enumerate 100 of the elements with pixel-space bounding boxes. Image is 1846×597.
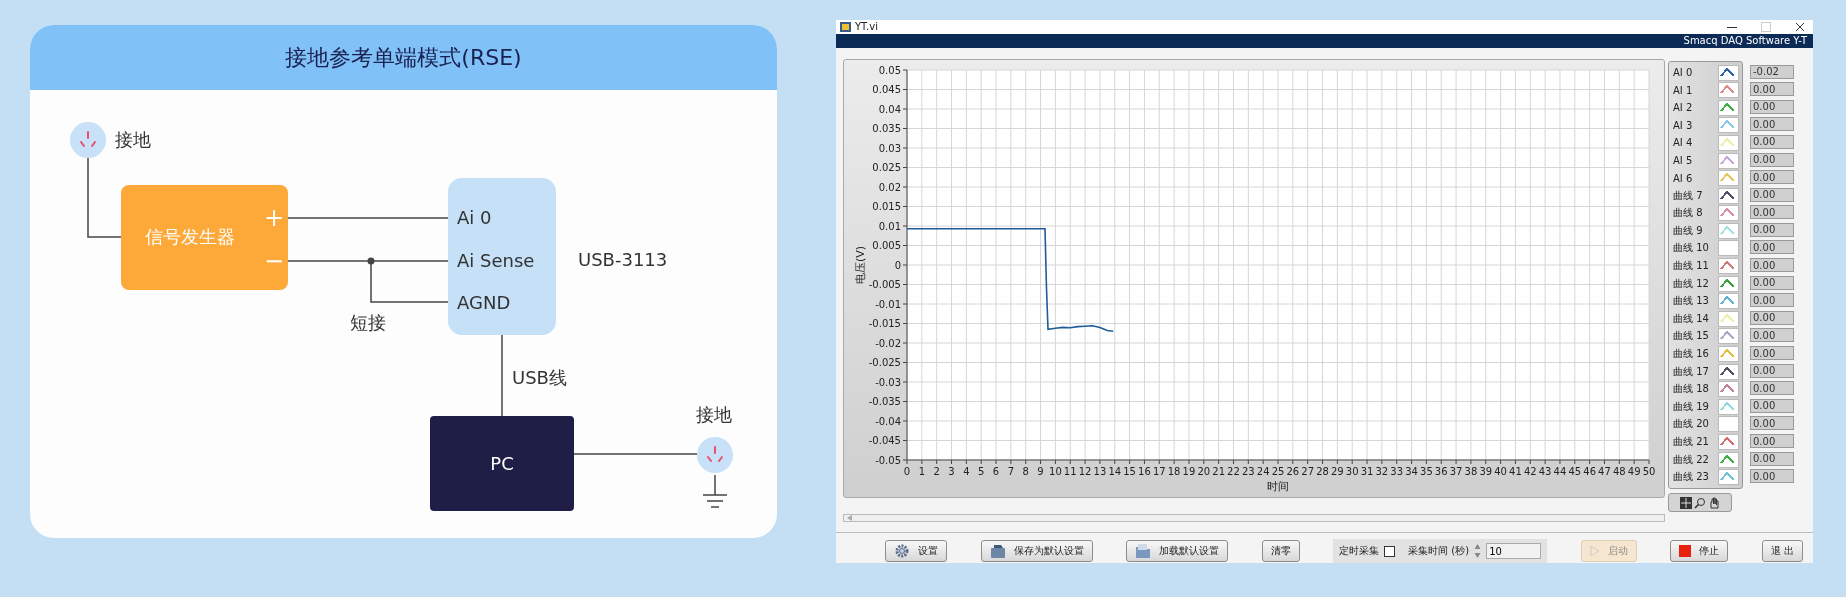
axis-tick-label: 15 <box>1123 465 1136 477</box>
legend-label: 曲线 14 <box>1673 311 1710 326</box>
legend-label: 曲线 7 <box>1673 188 1704 203</box>
legend-label: 曲线 10 <box>1673 241 1710 256</box>
hand-icon[interactable] <box>1708 496 1720 509</box>
axis-tick-label: 32 <box>1375 465 1389 477</box>
legend-swatch[interactable] <box>1718 99 1739 116</box>
text-button[interactable]: 清零 <box>1261 540 1300 562</box>
close-icon[interactable] <box>1795 21 1805 32</box>
axis-tick-label: -0.01 <box>875 298 901 310</box>
crosshair-icon[interactable] <box>1680 496 1692 509</box>
checkbox[interactable] <box>1384 545 1396 557</box>
legend-swatch[interactable] <box>1718 170 1739 187</box>
axis-tick-label: 0 <box>894 259 901 271</box>
scroll-left-icon[interactable] <box>847 515 853 521</box>
legend-swatch[interactable] <box>1718 205 1739 222</box>
ground-label: 接地 <box>115 129 151 151</box>
legend-swatch[interactable] <box>1718 451 1739 468</box>
axis-tick-label: -0.035 <box>868 395 901 407</box>
card-title: 接地参考单端模式(RSE) <box>285 43 522 72</box>
disk-icon <box>989 543 1006 559</box>
play-icon <box>1589 545 1600 557</box>
axis-tick-label: -0.02 <box>875 337 901 349</box>
value-display: 0.00 <box>1750 328 1794 343</box>
settings-button[interactable]: 设置 <box>885 540 947 562</box>
axis-tick-label: 0.01 <box>878 220 901 232</box>
axis-tick-label: 18 <box>1167 465 1181 477</box>
axis-tick-label: 45 <box>1568 465 1582 477</box>
axis-tick-label: 22 <box>1227 465 1240 477</box>
axis-tick-label: 1 <box>918 465 926 477</box>
short-label: 短接 <box>350 312 386 334</box>
legend-swatch[interactable] <box>1718 469 1739 486</box>
value-display: 0.00 <box>1750 99 1794 114</box>
legend-swatch[interactable] <box>1718 258 1739 275</box>
axis-tick-label: 30 <box>1345 465 1359 477</box>
legend-label: 曲线 8 <box>1673 206 1704 221</box>
legend-swatch[interactable] <box>1718 416 1739 433</box>
legend-label: AI 4 <box>1673 137 1694 149</box>
legend-label: AI 6 <box>1673 172 1694 184</box>
legend-label: AI 0 <box>1673 67 1694 79</box>
axis-tick-label: 0.035 <box>872 122 901 134</box>
legend-swatch[interactable] <box>1718 82 1739 99</box>
value-display: 0.00 <box>1750 82 1794 97</box>
spinner-icon[interactable] <box>1474 543 1482 559</box>
legend-label: 曲线 11 <box>1673 259 1710 274</box>
axis-tick-label: 12 <box>1078 465 1092 477</box>
load-defaults-button[interactable]: 加载默认设置 <box>1126 540 1229 562</box>
axis-tick-label: 0.045 <box>872 83 901 95</box>
axis-tick-label: 13 <box>1093 465 1107 477</box>
axis-tick-label: 0.02 <box>878 181 901 193</box>
legend-swatch[interactable] <box>1718 240 1739 257</box>
value-display: 0.00 <box>1750 170 1794 185</box>
pc-block: PC <box>430 416 574 511</box>
zoom-icon[interactable] <box>1694 496 1706 509</box>
legend-swatch[interactable] <box>1718 328 1739 345</box>
legend-label: 曲线 9 <box>1673 223 1704 238</box>
legend-swatch[interactable] <box>1718 152 1739 169</box>
value-display: 0.00 <box>1750 310 1794 325</box>
axis-tick-label: 41 <box>1509 465 1522 477</box>
axis-tick-label: 40 <box>1494 465 1507 477</box>
axis-tick-label: 25 <box>1271 465 1285 477</box>
time-input-field[interactable]: 10 <box>1486 543 1542 559</box>
axis-tick-label: 0.005 <box>872 239 901 251</box>
axis-tick-label: 21 <box>1212 465 1225 477</box>
axis-tick-label: 24 <box>1256 465 1270 477</box>
legend-swatch[interactable] <box>1718 434 1739 450</box>
value-display: 0.00 <box>1750 240 1794 255</box>
text-button[interactable]: 退 出 <box>1761 540 1803 562</box>
stop-button[interactable]: 停止 <box>1670 540 1729 562</box>
legend-swatch[interactable] <box>1718 398 1739 415</box>
legend-swatch[interactable] <box>1718 275 1739 292</box>
legend-swatch[interactable] <box>1718 134 1739 151</box>
legend-swatch[interactable] <box>1718 293 1739 310</box>
axis-tick-label: 36 <box>1434 465 1448 477</box>
axis-tick-label: 8 <box>1022 465 1029 477</box>
legend-swatch[interactable] <box>1718 363 1739 380</box>
legend-swatch[interactable] <box>1718 310 1739 327</box>
legend-label: 曲线 23 <box>1673 470 1710 485</box>
legend-swatch[interactable] <box>1718 64 1739 81</box>
legend-swatch[interactable] <box>1718 222 1739 239</box>
axis-tick-label: 38 <box>1464 465 1478 477</box>
axis-title: 电压(V) <box>854 245 867 284</box>
value-display: -0.02 <box>1750 64 1794 79</box>
horizontal-scrollbar[interactable] <box>843 514 1665 522</box>
value-display: 0.00 <box>1750 363 1794 378</box>
axis-tick-label: 3 <box>948 465 955 477</box>
legend-swatch[interactable] <box>1718 117 1739 134</box>
axis-tick-label: -0.025 <box>868 356 901 368</box>
legend-swatch[interactable] <box>1718 346 1739 363</box>
app-banner-title: Smacq DAQ Software Y-T <box>1683 35 1807 47</box>
axis-tick-label: 37 <box>1449 465 1463 477</box>
value-display: 0.00 <box>1750 205 1794 220</box>
value-display: 0.00 <box>1750 416 1794 431</box>
legend-swatch[interactable] <box>1718 187 1739 204</box>
legend-label: AI 5 <box>1673 155 1694 166</box>
value-display: 0.00 <box>1750 187 1794 202</box>
save-defaults-button[interactable]: 保存为默认设置 <box>980 540 1093 562</box>
legend-swatch[interactable] <box>1718 381 1739 398</box>
maximize-icon[interactable] <box>1761 21 1771 32</box>
value-display: 0.00 <box>1750 381 1794 396</box>
